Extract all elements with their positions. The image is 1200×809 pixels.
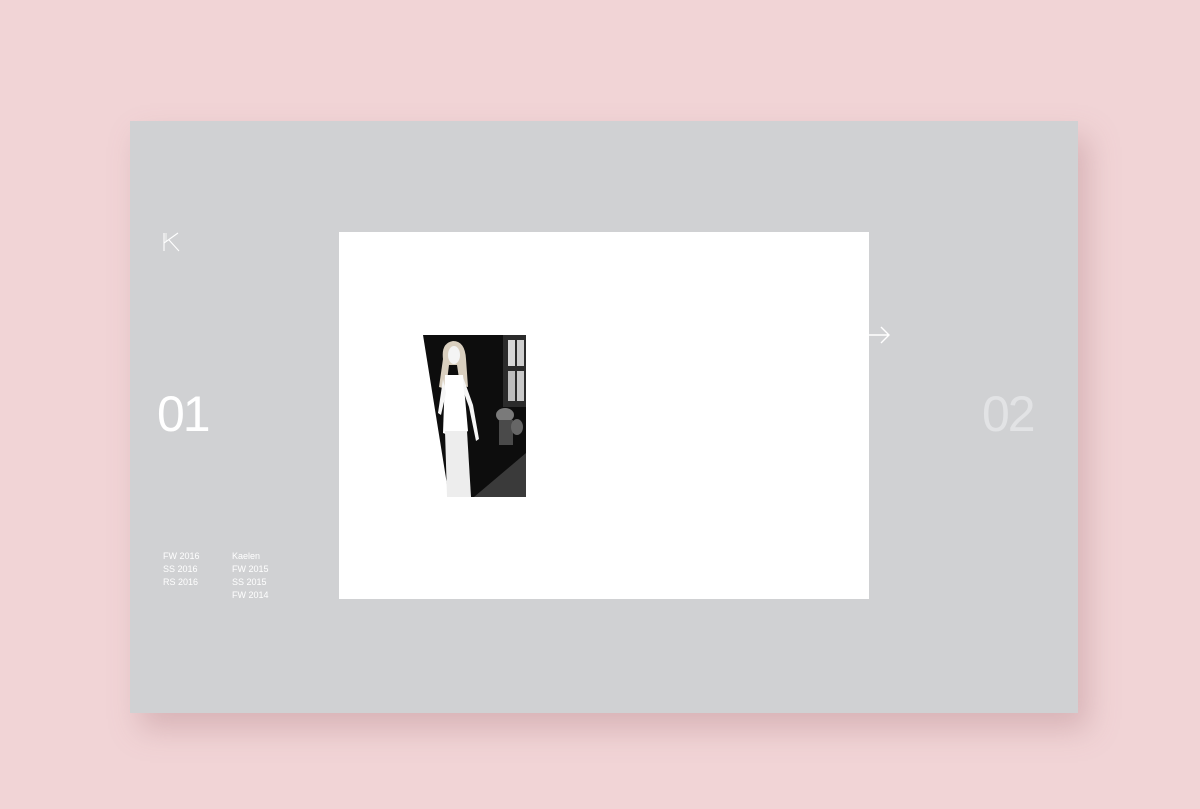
menu-item-fw-2016[interactable]: FW 2016 [163, 550, 200, 563]
menu-item-fw-2014[interactable]: FW 2014 [232, 589, 269, 602]
next-slide-number[interactable]: 02 [982, 389, 1036, 439]
runway-photo[interactable] [419, 335, 526, 497]
collection-menu-right: Kaelen FW 2015 SS 2015 FW 2014 [232, 550, 269, 602]
collection-menu-left: FW 2016 SS 2016 RS 2016 [163, 550, 200, 589]
current-slide-number: 01 [157, 386, 211, 442]
k-logo-icon[interactable] [162, 232, 182, 252]
website-screen: 01 02 FW 2016 SS 2016 RS 2016 Kaelen FW … [130, 121, 1078, 713]
menu-item-ss-2016[interactable]: SS 2016 [163, 563, 200, 576]
menu-item-ss-2015[interactable]: SS 2015 [232, 576, 269, 589]
arrow-right-icon[interactable] [866, 325, 892, 345]
slide-panel [339, 232, 869, 599]
menu-item-fw-2015[interactable]: FW 2015 [232, 563, 269, 576]
menu-item-rs-2016[interactable]: RS 2016 [163, 576, 200, 589]
menu-item-kaelen[interactable]: Kaelen [232, 550, 269, 563]
